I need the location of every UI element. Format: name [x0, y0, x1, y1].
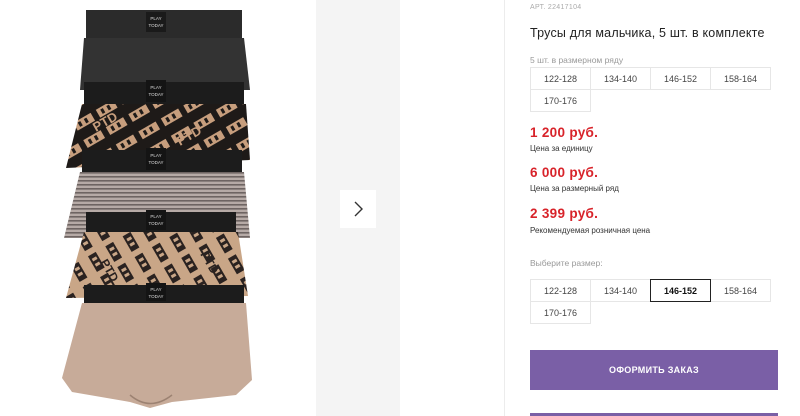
price-pack: 6 000 руб. [530, 165, 599, 180]
article-number: АРТ. 22417104 [530, 4, 582, 11]
briefs-beige [62, 285, 252, 408]
svg-text:PLAY: PLAY [150, 214, 161, 219]
pack-size-cell: 170-176 [530, 89, 591, 112]
size-option[interactable]: 134-140 [590, 279, 651, 302]
next-image-button[interactable] [340, 190, 376, 228]
price-unit-note: Цена за единицу [530, 144, 593, 153]
brand-tag: PLAY TODAY [146, 210, 166, 230]
size-selector: 122-128 134-140 146-152 158-164 170-176 [530, 279, 778, 324]
svg-text:TODAY: TODAY [148, 160, 163, 165]
pack-label: 5 шт. в размерном ряду [530, 55, 624, 65]
brand-tag: PLAY TODAY [146, 80, 166, 102]
svg-text:TODAY: TODAY [148, 92, 163, 97]
brand-tag: PLAY TODAY [146, 283, 166, 301]
price-pack-note: Цена за размерный ряд [530, 184, 619, 193]
svg-text:TODAY: TODAY [148, 294, 163, 299]
pack-size-cell: 134-140 [590, 67, 651, 90]
price-retail-note: Рекомендуемая розничная цена [530, 226, 651, 235]
product-title: Трусы для мальчика, 5 шт. в комплекте [530, 26, 765, 40]
pack-size-grid: 122-128 134-140 146-152 158-164 170-176 [530, 67, 778, 112]
size-option[interactable]: 158-164 [710, 279, 771, 302]
size-option[interactable]: 122-128 [530, 279, 591, 302]
brand-tag: PLAY TODAY [146, 148, 166, 170]
product-image: PLAY TODAY PLAY TODAY PLAY TODAY PLAY TO… [0, 0, 316, 416]
svg-text:PLAY: PLAY [150, 153, 161, 158]
price-retail: 2 399 руб. [530, 206, 599, 221]
brand-tag: PLAY TODAY [146, 12, 166, 32]
size-option-selected[interactable]: 146-152 [650, 279, 711, 302]
svg-text:PLAY: PLAY [150, 287, 161, 292]
divider [504, 0, 505, 416]
pack-size-cell: 122-128 [530, 67, 591, 90]
chevron-right-icon [354, 201, 363, 217]
svg-text:PLAY: PLAY [150, 85, 161, 90]
size-option[interactable]: 170-176 [530, 301, 591, 324]
checkout-button[interactable]: ОФОРМИТЬ ЗАКАЗ [530, 350, 778, 390]
svg-text:TODAY: TODAY [148, 221, 163, 226]
svg-text:TODAY: TODAY [148, 23, 163, 28]
size-selector-label: Выберите размер: [530, 258, 603, 268]
svg-text:PLAY: PLAY [150, 16, 161, 21]
pack-size-cell: 158-164 [710, 67, 771, 90]
price-unit: 1 200 руб. [530, 125, 599, 140]
pack-size-cell: 146-152 [650, 67, 711, 90]
